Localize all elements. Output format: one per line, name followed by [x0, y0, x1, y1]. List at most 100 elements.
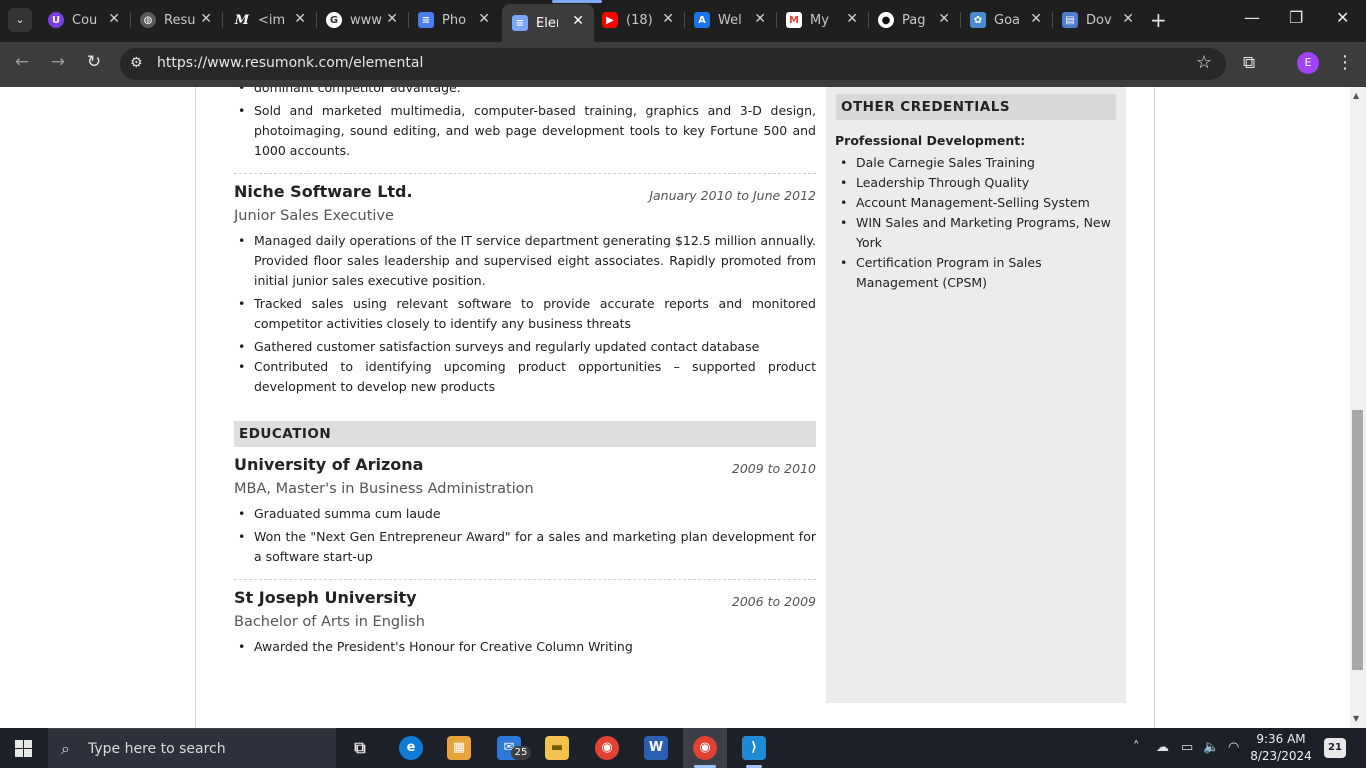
tab-title: My: [810, 12, 829, 28]
url-text[interactable]: https://www.resumonk.com/elemental: [157, 55, 423, 71]
site-info-icon[interactable]: ⚙: [130, 55, 143, 71]
task-view-icon[interactable]: ⧉: [348, 736, 372, 760]
close-tab-icon[interactable]: ✕: [200, 11, 212, 27]
close-tab-icon[interactable]: ✕: [1030, 11, 1042, 27]
store-icon[interactable]: ▦: [447, 736, 471, 760]
tab-title: Resu: [164, 12, 196, 28]
school-header: St Joseph University 2006 to 2009: [234, 588, 816, 614]
job-header: Niche Software Ltd. January 2010 to June…: [234, 182, 816, 208]
scroll-down-icon[interactable]: ▼: [1353, 714, 1359, 723]
minimize-button[interactable]: —: [1244, 8, 1260, 27]
school-bullets: Graduated summa cum laude Won the "Next …: [234, 504, 816, 567]
chrome-icon[interactable]: ◉: [595, 736, 619, 760]
close-tab-icon[interactable]: ✕: [662, 11, 674, 27]
close-tab-icon[interactable]: ✕: [478, 11, 490, 27]
tab-title: Wel: [718, 12, 742, 28]
close-window-button[interactable]: ✕: [1336, 8, 1349, 27]
scrollbar-thumb[interactable]: [1352, 410, 1363, 670]
tab-search-button[interactable]: ⌄: [8, 8, 32, 32]
school-dates: 2006 to 2009: [731, 594, 816, 609]
close-tab-icon[interactable]: ✕: [754, 11, 766, 27]
docs-icon: ≡: [512, 15, 528, 31]
goa-icon: ✿: [970, 12, 986, 28]
tab-title: Pho: [442, 12, 467, 28]
close-tab-icon[interactable]: ✕: [294, 11, 306, 27]
list-item: Managed daily operations of the IT servi…: [234, 231, 816, 291]
close-tab-icon[interactable]: ✕: [846, 11, 858, 27]
arrow-left-icon: ←: [14, 52, 30, 72]
extensions-icon[interactable]: ⧉: [1243, 53, 1255, 73]
taskbar-clock[interactable]: 9:36 AM 8/23/2024: [1244, 731, 1318, 765]
job-title: Junior Sales Executive: [234, 208, 394, 224]
close-tab-icon[interactable]: ✕: [938, 11, 950, 27]
school-bullets: Awarded the President's Honour for Creat…: [234, 637, 816, 657]
word-icon[interactable]: W: [644, 736, 668, 760]
section-title-credentials: OTHER CREDENTIALS: [836, 94, 1116, 120]
close-tab-icon[interactable]: ✕: [572, 13, 584, 29]
address-bar[interactable]: ⚙ https://www.resumonk.com/elemental ☆: [120, 48, 1226, 80]
divider: [234, 173, 816, 174]
list-item: Certification Program in Sales Managemen…: [836, 253, 1116, 293]
tab-2[interactable]: M <im ✕: [224, 2, 317, 38]
tab-title: Dov: [1086, 12, 1112, 28]
previous-job-bullets: dominant competitor advantage. Sold and …: [234, 87, 816, 161]
tab-title: Elen: [536, 15, 558, 31]
close-tab-icon[interactable]: ✕: [108, 11, 120, 27]
edge-icon[interactable]: e: [399, 736, 423, 760]
bookmark-star-icon[interactable]: ☆: [1196, 52, 1212, 73]
taskbar-search[interactable]: ⌕ Type here to search: [48, 728, 336, 768]
file-explorer-icon[interactable]: ▬: [545, 736, 569, 760]
school-name: University of Arizona: [234, 455, 424, 474]
windows-start-icon[interactable]: [15, 740, 32, 757]
tab-title: www: [350, 12, 382, 28]
list-item: Graduated summa cum laude: [234, 504, 816, 524]
reload-icon: ↻: [86, 52, 102, 72]
close-tab-icon[interactable]: ✕: [1122, 11, 1134, 27]
company-name: Niche Software Ltd.: [234, 182, 413, 201]
notepad-icon: ▤: [1062, 12, 1078, 28]
tab-3[interactable]: G www ✕: [316, 2, 409, 38]
tab-4[interactable]: ≡ Pho ✕: [408, 2, 500, 38]
plus-icon: +: [1150, 8, 1167, 32]
menu-kebab-icon[interactable]: ⋮: [1336, 52, 1354, 73]
degree-title: MBA, Master's in Business Administration: [234, 481, 534, 497]
resume-sidebar: OTHER CREDENTIALS Professional Developme…: [826, 87, 1126, 703]
list-item: Account Management-Selling System: [836, 193, 1116, 213]
chevron-up-icon[interactable]: ˄: [1133, 740, 1140, 755]
medium-icon: M: [234, 12, 250, 28]
tab-11[interactable]: ▤ Dov ✕: [1052, 2, 1144, 38]
tab-0[interactable]: U Cou ✕: [38, 2, 131, 38]
search-placeholder: Type here to search: [88, 741, 226, 757]
list-item: Tracked sales using relevant software to…: [234, 294, 816, 334]
tab-10[interactable]: ✿ Goa ✕: [960, 2, 1053, 38]
new-tab-button[interactable]: +: [1150, 9, 1167, 31]
list-item: Contributed to identifying upcoming prod…: [234, 357, 816, 397]
tab-6[interactable]: ▶ (18) ✕: [592, 2, 685, 38]
reload-button[interactable]: ↻: [82, 52, 106, 72]
list-item: Gathered customer satisfaction surveys a…: [234, 337, 816, 357]
clock-date: 8/23/2024: [1250, 749, 1312, 763]
notification-center-button[interactable]: 21: [1324, 738, 1346, 758]
wifi-icon[interactable]: ◠: [1228, 740, 1239, 755]
tab-8[interactable]: M My ✕: [776, 2, 869, 38]
scroll-up-icon[interactable]: ▲: [1353, 91, 1359, 100]
chrome-profile-icon[interactable]: ◉: [693, 736, 717, 760]
forward-button[interactable]: →: [46, 52, 70, 72]
tab-7[interactable]: A Wel ✕: [684, 2, 777, 38]
tab-1[interactable]: ◍ Resu ✕: [130, 2, 223, 38]
back-button[interactable]: ←: [10, 52, 34, 72]
tab-9[interactable]: ● Pag ✕: [868, 2, 961, 38]
youtube-icon: ▶: [602, 12, 618, 28]
volume-icon[interactable]: 🔈: [1203, 740, 1219, 755]
close-tab-icon[interactable]: ✕: [386, 11, 398, 27]
list-item: Leadership Through Quality: [836, 173, 1116, 193]
search-icon: ⌕: [61, 739, 70, 758]
vscode-icon[interactable]: ⟩: [742, 736, 766, 760]
tab-5-active[interactable]: ≡ Elen ✕: [502, 0, 602, 42]
battery-icon[interactable]: ▭: [1181, 740, 1193, 755]
profile-avatar[interactable]: E: [1297, 52, 1319, 74]
clock-time: 9:36 AM: [1256, 732, 1306, 746]
restore-button[interactable]: ❐: [1289, 8, 1303, 27]
docs-a-icon: A: [694, 12, 710, 28]
onedrive-icon[interactable]: ☁: [1156, 740, 1169, 755]
